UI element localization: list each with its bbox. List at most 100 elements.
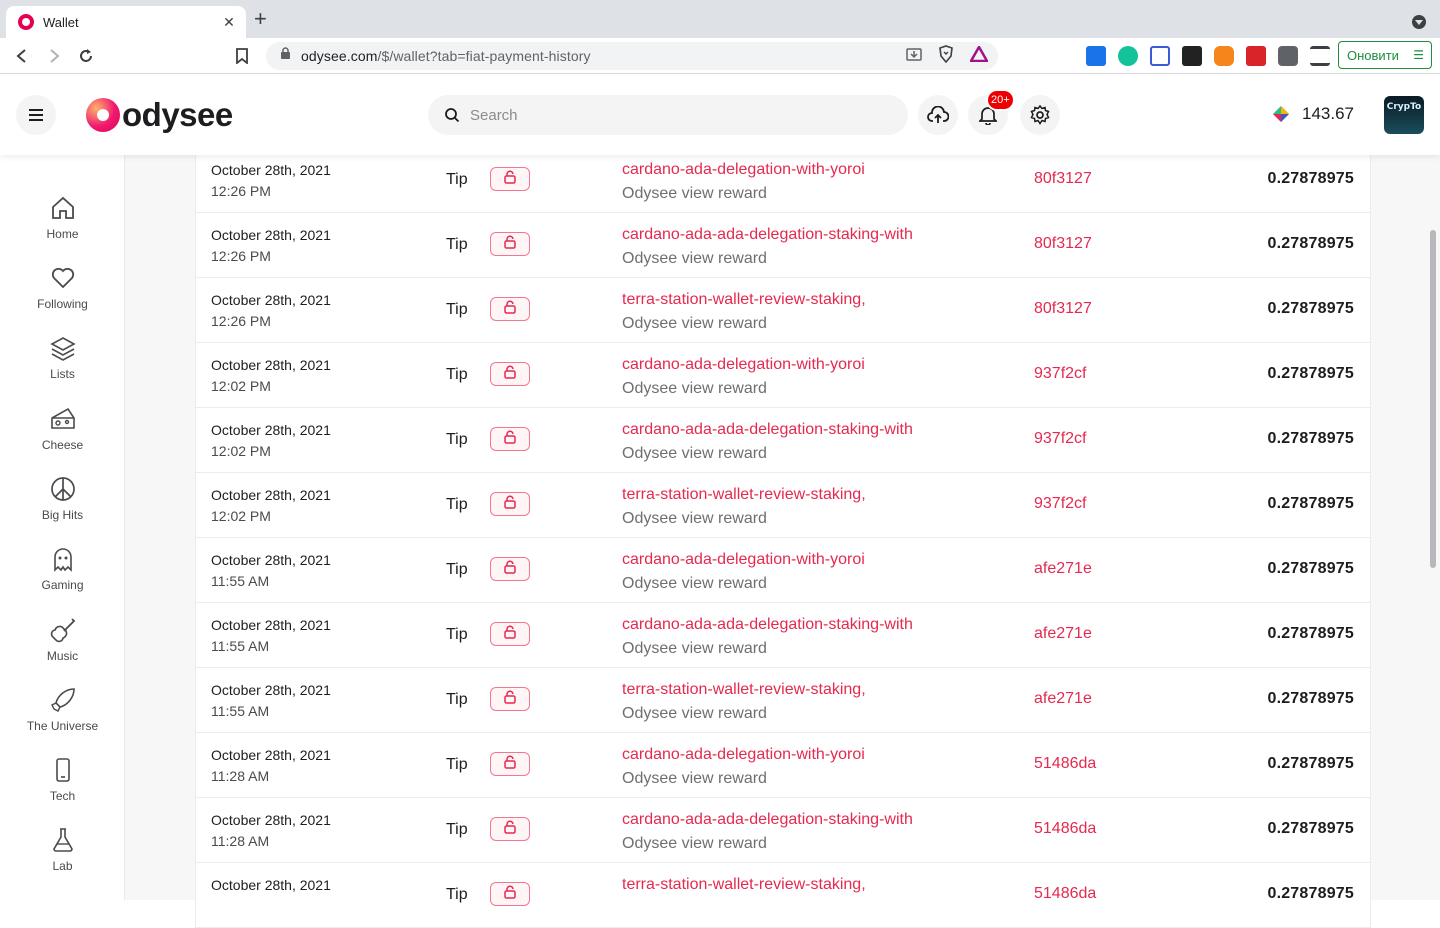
- menu-button[interactable]: [16, 95, 56, 135]
- content-link[interactable]: cardano-ada-ada-delegation-staking-with: [622, 613, 913, 637]
- odysee-logo-icon: [86, 98, 120, 132]
- transaction-details: cardano-ada-ada-delegation-staking-with O…: [622, 808, 913, 856]
- transaction-amount: 0.27878975: [1267, 690, 1354, 707]
- sidebar-item-home[interactable]: Home: [0, 195, 125, 255]
- transaction-id-link[interactable]: 51486da: [1034, 755, 1096, 773]
- grammarly-extension-icon[interactable]: [1118, 46, 1138, 66]
- content-link[interactable]: cardano-ada-delegation-with-yoroi: [622, 548, 865, 572]
- transaction-date: October 28th, 2021 12:26 PM: [211, 225, 331, 267]
- unlock-tip-button[interactable]: [490, 492, 530, 516]
- transaction-time: 12:02 PM: [211, 443, 271, 459]
- table-row: October 28th, 2021 12:02 PM Tip cardano-ada…: [196, 343, 1370, 408]
- unlock-tip-button[interactable]: [490, 557, 530, 581]
- transaction-time: 12:26 PM: [211, 248, 271, 264]
- unlock-tip-button[interactable]: [490, 362, 530, 386]
- new-tab-button[interactable]: +: [254, 8, 267, 30]
- close-tab-icon[interactable]: ✕: [220, 14, 238, 31]
- transaction-id-link[interactable]: 80f3127: [1034, 300, 1092, 318]
- browser-tab[interactable]: Wallet ✕: [6, 6, 246, 38]
- forward-button[interactable]: [44, 46, 64, 66]
- sidebar-item-gaming[interactable]: Gaming: [0, 546, 125, 606]
- transaction-subtitle: Odysee view reward: [622, 705, 767, 722]
- unlock-tip-button[interactable]: [490, 752, 530, 776]
- puzzle-extensions-icon[interactable]: [1278, 46, 1298, 66]
- page-scrollbar[interactable]: [1426, 155, 1440, 900]
- sidebar-item-music[interactable]: Music: [0, 617, 125, 677]
- table-row: October 28th, 2021 Tip terra-station-walle…: [196, 863, 1370, 928]
- browser-toolbar: odysee.com/$/wallet?tab=fiat-payment-his…: [0, 38, 1440, 74]
- content-link[interactable]: cardano-ada-delegation-with-yoroi: [622, 158, 865, 182]
- table-row: October 28th, 2021 11:55 AM Tip terra-stati…: [196, 668, 1370, 733]
- media-controls-icon[interactable]: [1310, 46, 1330, 66]
- tab-search-icon[interactable]: [1412, 15, 1426, 29]
- unlock-tip-button[interactable]: [490, 427, 530, 451]
- scrollbar-thumb[interactable]: [1430, 230, 1436, 568]
- unlock-icon: [503, 690, 517, 709]
- content-link[interactable]: cardano-ada-ada-delegation-staking-with: [622, 418, 913, 442]
- unlock-icon: [503, 235, 517, 254]
- k-extension-icon[interactable]: [1182, 46, 1202, 66]
- sidebar-item-following[interactable]: Following: [0, 265, 125, 325]
- transaction-id-link[interactable]: 937f2cf: [1034, 365, 1086, 383]
- unlock-tip-button[interactable]: [490, 622, 530, 646]
- flask-icon: [52, 828, 73, 852]
- install-app-icon[interactable]: [906, 46, 922, 67]
- transaction-id-link[interactable]: 51486da: [1034, 885, 1096, 903]
- transaction-id-link[interactable]: 937f2cf: [1034, 495, 1086, 513]
- unlock-tip-button[interactable]: [490, 882, 530, 906]
- search-input[interactable]: [470, 106, 870, 124]
- content-link[interactable]: terra-station-wallet-review-staking,: [622, 678, 866, 702]
- content-link[interactable]: terra-station-wallet-review-staking,: [622, 288, 866, 312]
- transaction-type: Tip: [446, 171, 468, 188]
- sidebar-item-the-universe[interactable]: The Universe: [0, 687, 125, 747]
- transaction-id-link[interactable]: afe271e: [1034, 690, 1092, 708]
- sidebar-item-lab[interactable]: Lab: [0, 827, 125, 887]
- update-browser-button[interactable]: Оновити ☰: [1338, 41, 1432, 69]
- layers-extension-icon[interactable]: [1150, 46, 1170, 66]
- settings-button[interactable]: [1020, 95, 1060, 135]
- transaction-type: Tip: [446, 821, 468, 838]
- transaction-id-link[interactable]: 80f3127: [1034, 170, 1092, 188]
- transaction-details: terra-station-wallet-review-staking, Odys…: [622, 678, 866, 726]
- search-box[interactable]: [428, 95, 908, 135]
- brave-shield-icon[interactable]: [938, 44, 954, 68]
- transaction-id-link[interactable]: 937f2cf: [1034, 430, 1086, 448]
- transaction-id-link[interactable]: 51486da: [1034, 820, 1096, 838]
- content-link[interactable]: cardano-ada-delegation-with-yoroi: [622, 353, 865, 377]
- transaction-time: 11:55 AM: [211, 638, 270, 654]
- sidebar-item-lists[interactable]: Lists: [0, 335, 125, 395]
- transaction-id-link[interactable]: 80f3127: [1034, 235, 1092, 253]
- content-link[interactable]: terra-station-wallet-review-staking,: [622, 483, 866, 507]
- transaction-id-link[interactable]: afe271e: [1034, 625, 1092, 643]
- avatar[interactable]: CrypTo: [1384, 96, 1424, 134]
- unlock-tip-button[interactable]: [490, 687, 530, 711]
- unlock-tip-button[interactable]: [490, 167, 530, 191]
- wallet-balance[interactable]: 143.67: [1272, 104, 1354, 124]
- unlock-tip-button[interactable]: [490, 232, 530, 256]
- upload-button[interactable]: [918, 95, 958, 135]
- address-bar[interactable]: odysee.com/$/wallet?tab=fiat-payment-his…: [266, 42, 998, 70]
- content-link[interactable]: terra-station-wallet-review-staking,: [622, 873, 866, 897]
- content-link[interactable]: cardano-ada-ada-delegation-staking-with: [622, 223, 913, 247]
- back-button[interactable]: [12, 46, 32, 66]
- extension-p-icon[interactable]: [1086, 46, 1106, 66]
- transaction-date: October 28th, 2021 11:28 AM: [211, 745, 331, 787]
- reload-button[interactable]: [76, 46, 96, 66]
- unlock-tip-button[interactable]: [490, 817, 530, 841]
- odysee-logo[interactable]: odysee: [86, 96, 233, 133]
- bookmark-icon[interactable]: [232, 46, 252, 66]
- sidebar-item-cheese[interactable]: Cheese: [0, 406, 125, 466]
- brave-rewards-icon[interactable]: [968, 43, 990, 67]
- unlock-tip-button[interactable]: [490, 297, 530, 321]
- content-link[interactable]: cardano-ada-ada-delegation-staking-with: [622, 808, 913, 832]
- content-link[interactable]: cardano-ada-delegation-with-yoroi: [622, 743, 865, 767]
- notifications-button[interactable]: 20+: [968, 89, 1015, 135]
- dots-extension-icon[interactable]: [1246, 46, 1266, 66]
- transaction-id-link[interactable]: afe271e: [1034, 560, 1092, 578]
- sidebar-item-tech[interactable]: Tech: [0, 757, 125, 817]
- unlock-icon: [503, 170, 517, 189]
- transaction-amount: 0.27878975: [1267, 560, 1354, 577]
- table-row: October 28th, 2021 11:55 AM Tip cardano-ada…: [196, 603, 1370, 668]
- sidebar-item-big-hits[interactable]: Big Hits: [0, 476, 125, 536]
- metamask-extension-icon[interactable]: [1214, 46, 1234, 66]
